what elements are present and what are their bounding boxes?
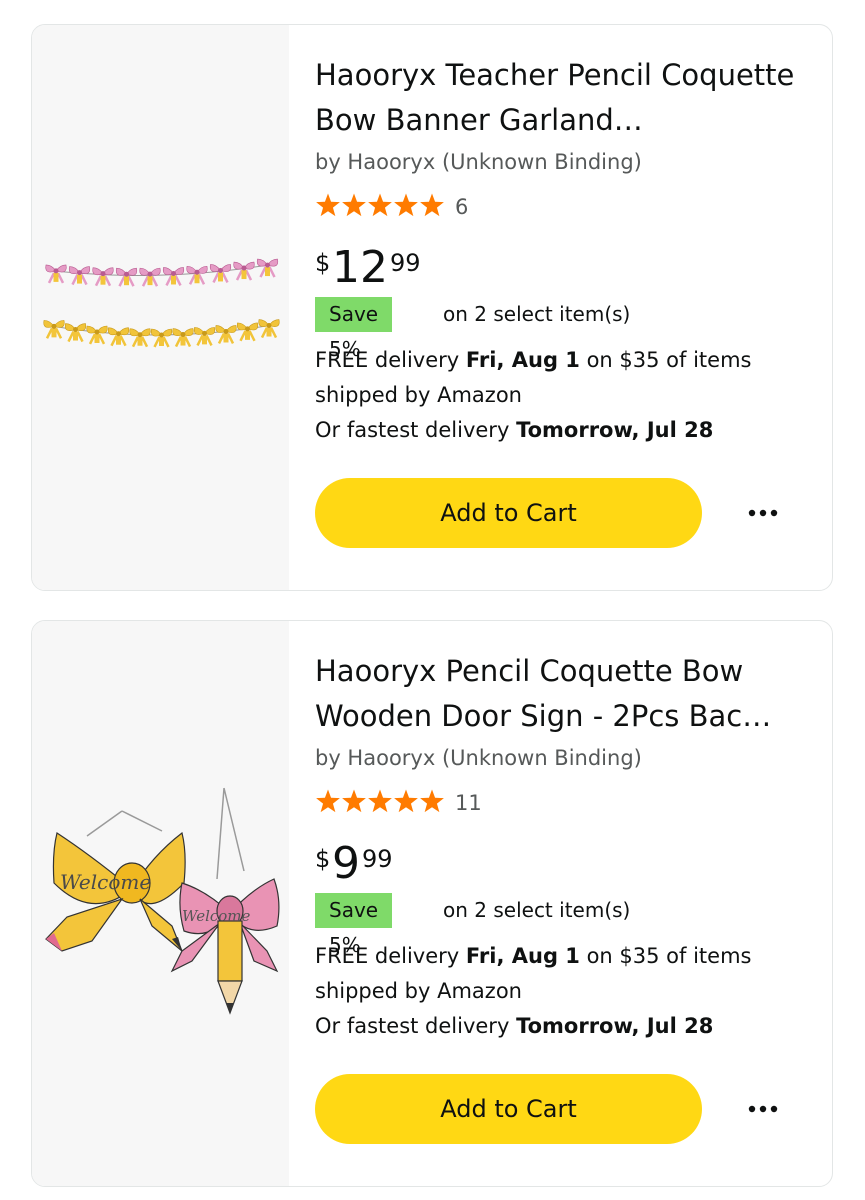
save-text[interactable]: on 2 select item(s) [443, 898, 630, 922]
bow-icon [107, 327, 130, 347]
bow-icon [43, 320, 65, 339]
star-icon [394, 193, 418, 217]
bow-icon [64, 323, 87, 343]
bow-icon [233, 261, 255, 281]
star-icon [368, 193, 392, 217]
delivery-free-date: Fri, Aug 1 [465, 944, 580, 968]
star-icon [394, 789, 418, 813]
product-byline: by Haooryx (Unknown Binding) [315, 150, 642, 174]
delivery-fast-prefix: Or fastest delivery [315, 1014, 517, 1038]
product-image[interactable]: Welcome Welcome [32, 621, 289, 1186]
delivery-fast-date: Tomorrow, Jul 28 [516, 1014, 714, 1038]
delivery-free-prefix: FREE delivery [315, 348, 466, 372]
star-icon [342, 193, 366, 217]
bow-icon [236, 322, 259, 342]
price-whole: 9 [332, 838, 360, 889]
star-icon [420, 789, 444, 813]
product-title[interactable]: Haooryx Teacher Pencil Coquette Bow Bann… [315, 53, 810, 143]
delivery-fast-date: Tomorrow, Jul 28 [516, 418, 714, 442]
star-icon [342, 789, 366, 813]
star-icon [316, 193, 340, 217]
star-icon [420, 193, 444, 217]
price-symbol: $ [315, 845, 331, 873]
bow-icon [215, 325, 237, 345]
bow-icon [139, 267, 161, 287]
delivery-fast-prefix: Or fastest delivery [315, 418, 517, 442]
product-image[interactable] [32, 25, 289, 590]
bow-icon [115, 267, 138, 287]
save-text[interactable]: on 2 select item(s) [443, 302, 630, 326]
bow-icon [193, 327, 216, 346]
more-options-button[interactable] [740, 1093, 786, 1125]
bow-icon [92, 267, 114, 287]
save-badge: Save 5% [315, 893, 393, 957]
star-icon [368, 789, 392, 813]
bow-welcome-door-sign-image: Welcome Welcome [45, 787, 280, 1015]
rating-count[interactable]: 6 [455, 195, 468, 219]
bow-icon [162, 267, 185, 287]
product-card[interactable]: Welcome Welcome Haooryx Pencil Coquette … [31, 620, 833, 1187]
product-title[interactable]: Haooryx Pencil Coquette Bow Wooden Door … [315, 649, 810, 739]
price-symbol: $ [315, 249, 331, 277]
delivery-info: FREE delivery Fri, Aug 1 on $35 of items… [315, 343, 785, 448]
bow-icon [256, 258, 279, 278]
five-star-rating-icon [316, 193, 444, 217]
bow-icon [86, 325, 108, 345]
bow-icon [150, 328, 173, 348]
bow-icon [258, 319, 280, 339]
bow-icon [45, 264, 67, 284]
product-byline: by Haooryx (Unknown Binding) [315, 746, 642, 770]
bow-icon [129, 328, 151, 348]
sign-text: Welcome [60, 870, 151, 894]
price-fraction: 99 [362, 845, 393, 873]
five-star-rating-icon [316, 789, 444, 813]
delivery-info: FREE delivery Fri, Aug 1 on $35 of items… [315, 939, 785, 1044]
bow-icon [186, 265, 208, 285]
bow-icon [209, 264, 232, 284]
price-whole: 12 [332, 242, 388, 293]
more-dots-icon [748, 509, 778, 517]
save-badge: Save 5% [315, 297, 393, 361]
bow-icon [68, 266, 91, 286]
bow-icon [172, 328, 194, 348]
delivery-free-prefix: FREE delivery [315, 944, 466, 968]
sign-text: Welcome [182, 907, 251, 925]
add-to-cart-button[interactable]: Add to Cart [315, 1074, 702, 1144]
more-options-button[interactable] [740, 497, 786, 529]
delivery-free-date: Fri, Aug 1 [465, 348, 580, 372]
price-fraction: 99 [390, 249, 421, 277]
more-dots-icon [748, 1105, 778, 1113]
bow-garland-banner-image [43, 258, 280, 348]
star-icon [316, 789, 340, 813]
product-card[interactable]: Haooryx Teacher Pencil Coquette Bow Bann… [31, 24, 833, 591]
add-to-cart-button[interactable]: Add to Cart [315, 478, 702, 548]
rating-count[interactable]: 11 [455, 791, 482, 815]
